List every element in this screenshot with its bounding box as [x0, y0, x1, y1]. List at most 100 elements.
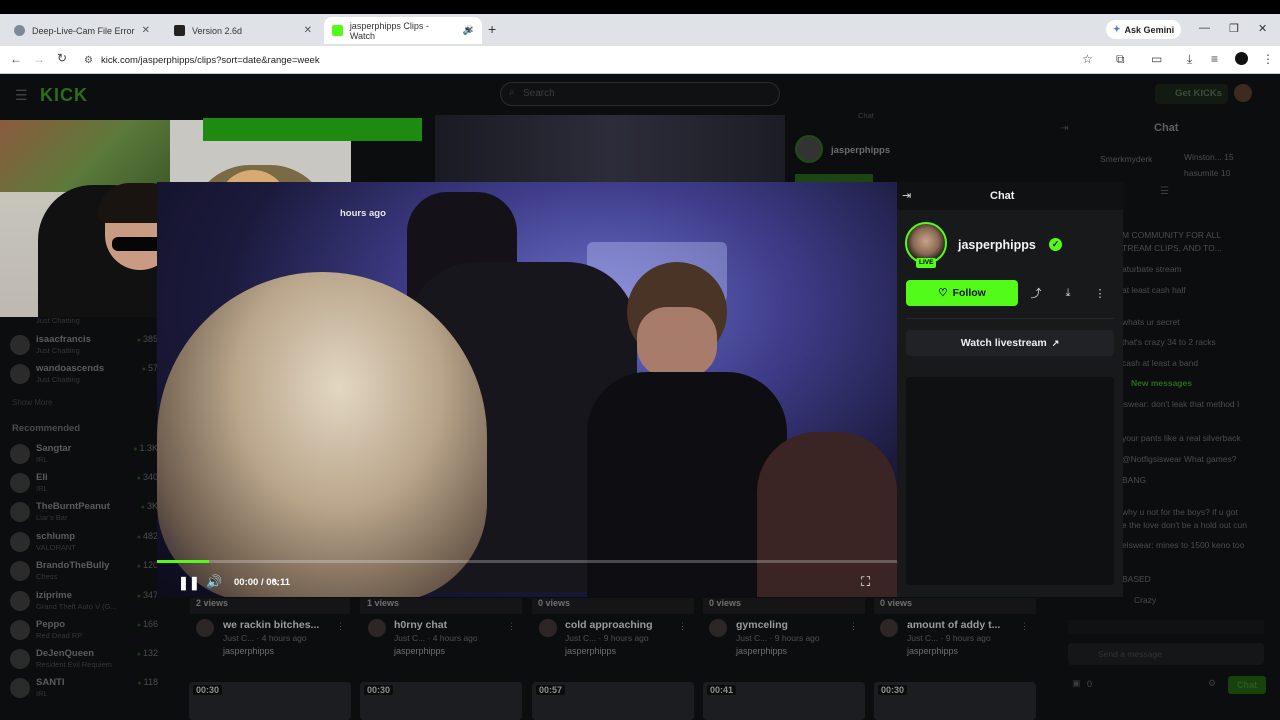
volume-icon[interactable]: 🔊 [206, 574, 222, 590]
sidebar-channel[interactable]: DeJenQueen Resident Evil Requiem 132 [10, 647, 158, 673]
sidebar-channel[interactable]: schlump VALORANT 482 [10, 530, 158, 556]
chat-settings-icon[interactable]: ⚙ [1208, 678, 1216, 689]
browser-tab-1[interactable]: Deep-Live-Cam File Error ✕ [6, 17, 158, 44]
bg-chat-title: Chat [1154, 122, 1179, 134]
clip-meta: Just C... · 9 hours ago [736, 633, 820, 643]
ask-gemini-button[interactable]: ✦ Ask Gemini [1106, 20, 1182, 39]
tab-title: Deep-Live-Cam File Error [32, 25, 135, 36]
more-options-icon[interactable]: ⋮ [1087, 280, 1113, 306]
bg-chat-line: Winston... 15 [1184, 152, 1234, 162]
site-info-icon[interactable]: ⚙ [84, 55, 93, 66]
watch-livestream-button[interactable]: Watch livestream ↗ [906, 330, 1114, 356]
close-window-icon[interactable]: ✕ [1258, 22, 1267, 35]
send-message-input[interactable]: Send a message [1068, 643, 1264, 665]
share-icon[interactable]: ⤴ [1023, 280, 1049, 306]
close-tab-icon[interactable]: ✕ [142, 25, 150, 36]
extensions-icon[interactable]: ⧉ [1116, 52, 1125, 67]
video-progress-bar[interactable] [157, 560, 897, 563]
clip-views: 0 views [709, 598, 742, 608]
show-more-link[interactable]: Show More [12, 398, 52, 407]
viewer-count: 120 [137, 560, 158, 570]
reload-icon[interactable]: ↻ [57, 51, 67, 65]
channel-category: Just Chatting [36, 375, 80, 384]
channel-name: TheBurntPeanut [36, 501, 110, 512]
site-search-input[interactable]: Search [500, 82, 780, 106]
fullscreen-icon[interactable]: ⛶ [861, 574, 870, 590]
bg-chat-line: elswear: mines to 1500 keno too [1122, 540, 1245, 550]
video-timecode: 00:00 / 00:11 [234, 577, 291, 588]
bookmark-star-icon[interactable]: ☆ [1082, 52, 1093, 66]
channel-username[interactable]: jasperphipps [958, 238, 1036, 252]
viewer-count: 57 [142, 363, 158, 373]
bg-chat-line: aturbate stream [1122, 264, 1182, 274]
channel-name: Eli [36, 472, 48, 483]
close-tab-icon[interactable]: ✕ [466, 25, 474, 36]
follow-button[interactable]: ♡ Follow [906, 280, 1018, 306]
pause-icon[interactable]: ❚❚ [178, 575, 200, 591]
channel-category: Red Dead RP [36, 631, 83, 640]
clip-title[interactable]: cold approaching [565, 619, 653, 631]
hamburger-menu-icon[interactable]: ☰ [15, 87, 28, 104]
forward-arrow-icon[interactable]: → [33, 52, 45, 66]
clip-meta: Just C... · 9 hours ago [907, 633, 991, 643]
back-arrow-icon[interactable]: ← [10, 52, 22, 66]
bg-chat-line: that's crazy 34 to 2 racks [1122, 337, 1216, 347]
clip-creator[interactable]: jasperphipps [907, 646, 958, 656]
video-person-face [637, 307, 717, 377]
clip-creator[interactable]: jasperphipps [565, 646, 616, 656]
clip-creator[interactable]: jasperphipps [223, 646, 274, 656]
sidebar-channel[interactable]: Sangtar IRL 1.3K [10, 442, 158, 468]
sidebar-channel[interactable]: TheBurntPeanut Liar's Bar 3K [10, 500, 158, 526]
sidebar-channel[interactable]: Peppo Red Dead RP 166 [10, 618, 158, 644]
sidebar-channel[interactable]: wandoascends Just Chatting 57 [10, 362, 158, 388]
clip-views: 0 views [538, 598, 571, 608]
browser-tab-3-active[interactable]: jasperphipps Clips - Watch 🔊 ✕ [324, 17, 482, 44]
channel-avatar [10, 591, 30, 611]
minimize-icon[interactable]: — [1199, 22, 1210, 34]
bg-chat-line: whats ur secret [1122, 317, 1180, 327]
video-background-person [757, 432, 897, 597]
get-kicks-button[interactable]: Get KICKs [1155, 84, 1228, 104]
collapse-chat-icon[interactable]: ⇥ [902, 189, 911, 202]
kick-logo[interactable]: KICK [40, 85, 88, 106]
sidebar-channel[interactable]: BrandoTheBully Chess 120 [10, 559, 158, 585]
sidebar-channel[interactable]: Eli IRL 340 [10, 471, 158, 497]
clip-title[interactable]: h0rny chat [394, 619, 447, 631]
media-control-icon[interactable]: ≡ [1211, 52, 1218, 66]
tab-favicon [14, 25, 25, 36]
browser-tab-2[interactable]: Version 2.6d ✕ [166, 17, 320, 44]
browser-profile-avatar[interactable] [1235, 52, 1248, 65]
viewer-count: 482 [137, 531, 158, 541]
clip-duration: 00:30 [193, 685, 223, 695]
sidebar-channel[interactable]: SANTI IRL 118 [10, 676, 158, 702]
clip-creator[interactable]: jasperphipps [394, 646, 445, 656]
channel-category: VALORANT [36, 543, 76, 552]
clip-video-player[interactable] [157, 182, 897, 597]
download-clip-icon[interactable]: ⤓ [1055, 280, 1081, 306]
clip-title[interactable]: amount of addy t... [907, 619, 1000, 631]
clip-more-icon[interactable]: ⋮ [507, 621, 516, 632]
cast-icon[interactable]: ▭ [1151, 52, 1162, 66]
bg-chat-line: iswear: don't leak that method I [1122, 399, 1240, 409]
clip-creator[interactable]: jasperphipps [736, 646, 787, 656]
clip-title[interactable]: we rackin bitches... [223, 619, 319, 631]
new-tab-button[interactable]: + [488, 21, 496, 37]
clip-title[interactable]: gymceling [736, 619, 788, 631]
bg-chat-line: M COMMUNITY FOR ALL [1122, 230, 1222, 240]
maximize-icon[interactable]: ❐ [1229, 22, 1239, 35]
send-chat-button[interactable]: Chat [1228, 676, 1266, 694]
clip-more-icon[interactable]: ⋮ [1020, 621, 1029, 632]
webcam-green-bar [203, 118, 422, 141]
download-icon[interactable]: ⤓ [1187, 52, 1192, 67]
viewer-count: 1.3K [133, 443, 158, 453]
sidebar-channel[interactable]: iziprime Grand Theft Auto V (G... 347 [10, 589, 158, 615]
clip-more-icon[interactable]: ⋮ [336, 621, 345, 632]
clip-more-icon[interactable]: ⋮ [849, 621, 858, 632]
close-tab-icon[interactable]: ✕ [304, 25, 312, 36]
user-avatar[interactable] [1234, 84, 1252, 102]
browser-menu-icon[interactable]: ⋮ [1262, 52, 1274, 66]
url-field[interactable]: ⚙ kick.com/jasperphipps/clips?sort=date&… [84, 50, 1084, 70]
clip-more-icon[interactable]: ⋮ [678, 621, 687, 632]
bg-chat-line: your pants like a real silverback [1122, 433, 1241, 443]
sidebar-channel[interactable]: isaacfrancis Just Chatting 385 [10, 333, 158, 359]
